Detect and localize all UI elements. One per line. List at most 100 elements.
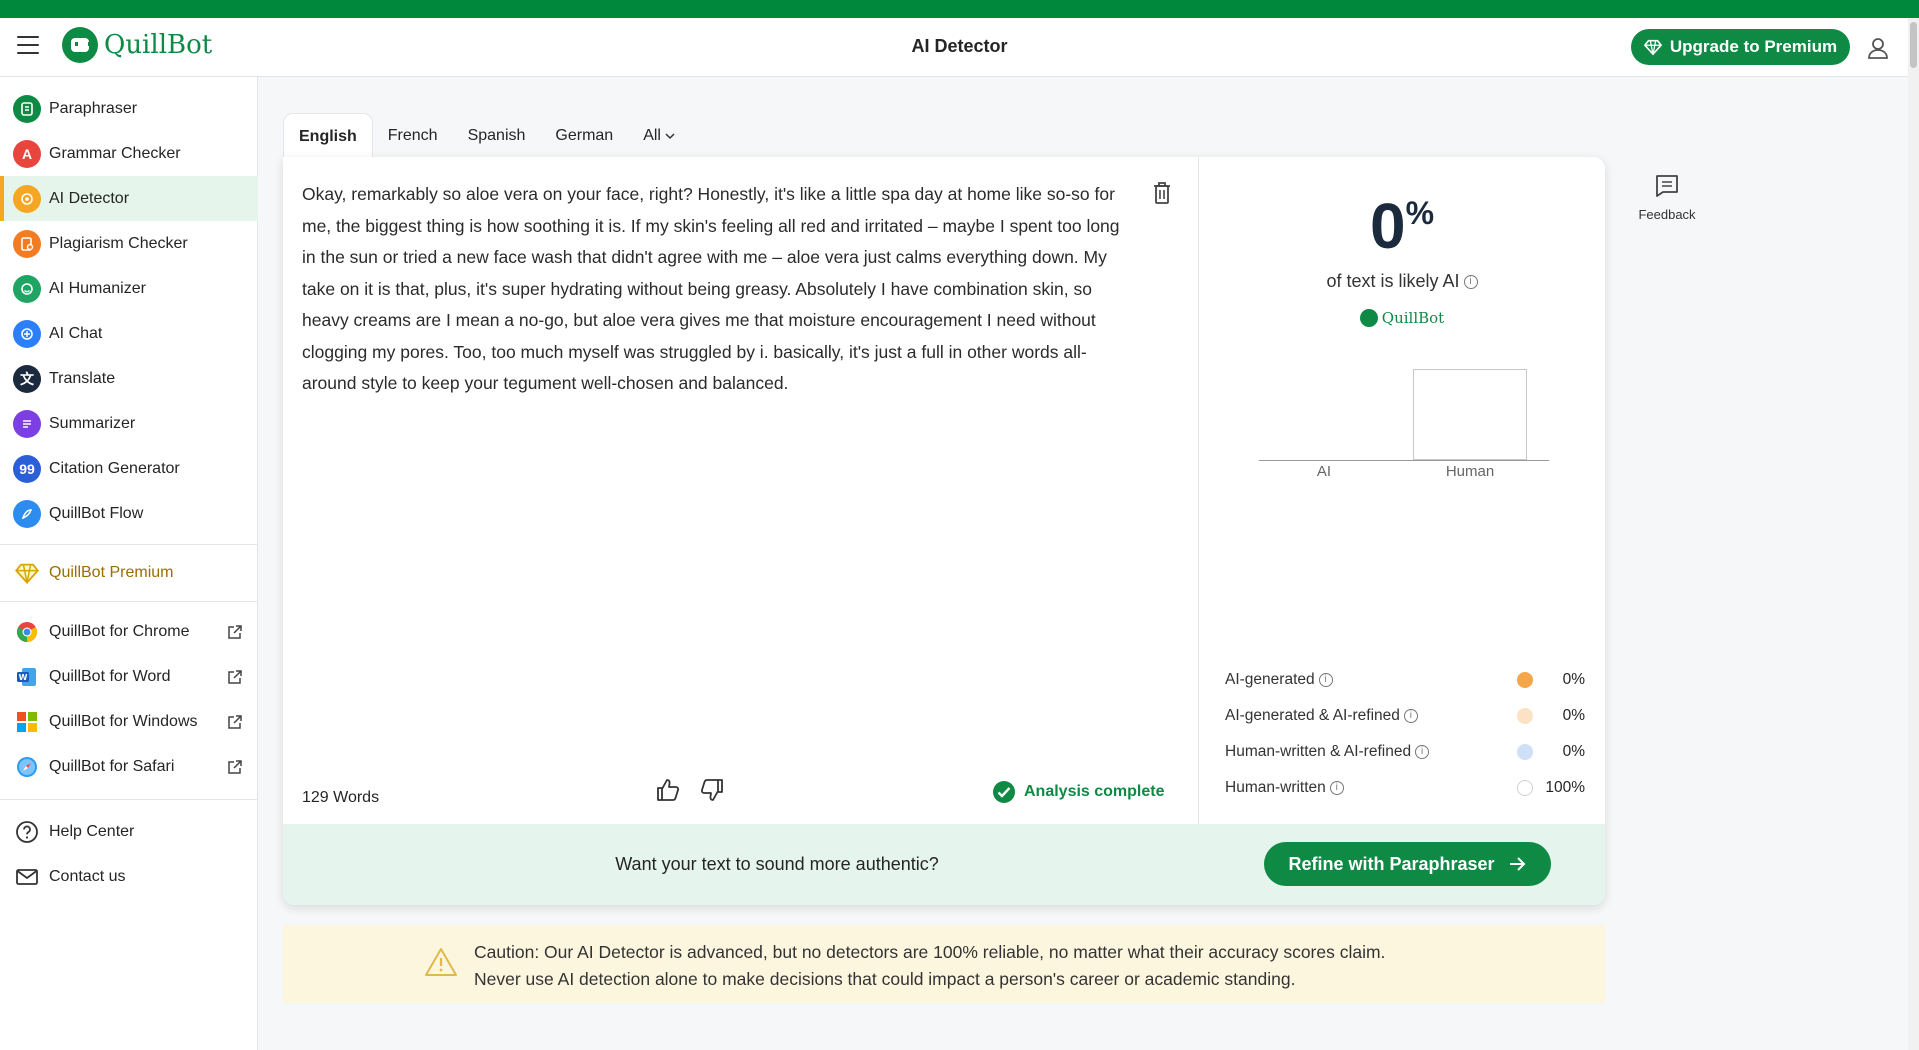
brand-text: QuillBot xyxy=(1381,309,1445,327)
caution-line-1: Caution: Our AI Detector is advanced, bu… xyxy=(474,942,1386,962)
sidebar-item-label: Plagiarism Checker xyxy=(49,234,188,252)
sidebar-item-quillbot-flow[interactable]: QuillBot Flow xyxy=(0,491,258,536)
sidebar-item-label: Contact us xyxy=(49,867,126,885)
sidebar-item-label: Grammar Checker xyxy=(49,144,181,162)
page-scrollbar[interactable] xyxy=(1908,18,1919,1050)
legend-value: 100% xyxy=(1545,779,1585,796)
citation-icon: 99 xyxy=(13,454,41,483)
account-icon[interactable] xyxy=(1864,34,1892,62)
word-count: 129 Words xyxy=(302,789,380,806)
text-editor-panel: Okay, remarkably so aloe vera on your fa… xyxy=(283,157,1199,824)
analysis-status-label: Analysis complete xyxy=(1024,783,1165,800)
flow-icon xyxy=(13,499,41,528)
sidebar-item-quillbot-for-safari[interactable]: QuillBot for Safari xyxy=(0,744,258,789)
arrow-right-icon xyxy=(1509,857,1525,871)
quillbot-brand-badge: QuillBot xyxy=(1199,309,1605,327)
results-panel: 0% of text is likely AI i QuillBot AI Huma… xyxy=(1199,157,1605,824)
thumbs-down-icon[interactable] xyxy=(699,777,725,803)
sidebar-item-label: Paraphraser xyxy=(49,99,138,117)
caution-banner: Caution: Our AI Detector is advanced, bu… xyxy=(283,925,1605,1003)
help-icon xyxy=(13,818,41,846)
thumbs-up-icon[interactable] xyxy=(655,777,681,803)
legend-label: AI-generated & AI-refined xyxy=(1225,707,1400,724)
ai-score-unit: % xyxy=(1405,195,1435,231)
sidebar-item-label: QuillBot Flow xyxy=(49,504,144,522)
sidebar-item-label: AI Chat xyxy=(49,324,103,342)
likely-ai-caption: of text is likely AI i xyxy=(1199,271,1605,292)
app-header: QuillBot AI Detector Upgrade to Premium xyxy=(0,18,1919,77)
legend-value: 0% xyxy=(1562,743,1585,760)
trash-icon[interactable] xyxy=(1151,181,1173,205)
legend-value: 0% xyxy=(1562,671,1585,688)
premium-diamond-icon xyxy=(13,559,41,587)
main-content: English French Spanish German All Okay, … xyxy=(259,77,1908,1050)
info-icon[interactable]: i xyxy=(1463,275,1478,290)
sidebar-item-citation-generator[interactable]: 99 Citation Generator xyxy=(0,446,258,491)
sidebar-item-summarizer[interactable]: Summarizer xyxy=(0,401,258,446)
sidebar-item-contact-us[interactable]: Contact us xyxy=(0,854,258,899)
info-icon[interactable]: i xyxy=(1403,709,1418,723)
scrollbar-thumb[interactable] xyxy=(1910,22,1917,68)
ai-human-chart: AI Human xyxy=(1259,347,1549,482)
sidebar-item-label: QuillBot Premium xyxy=(49,563,174,581)
sidebar-item-label: QuillBot for Chrome xyxy=(49,622,190,640)
word-icon: W xyxy=(13,663,41,691)
mail-icon xyxy=(13,863,41,891)
tab-english[interactable]: English xyxy=(283,113,373,159)
info-icon[interactable]: i xyxy=(1415,745,1430,759)
external-link-icon xyxy=(228,624,242,639)
sidebar-item-label: Translate xyxy=(49,369,116,387)
upgrade-label: Upgrade to Premium xyxy=(1669,37,1838,56)
external-link-icon xyxy=(228,669,242,684)
tab-french[interactable]: French xyxy=(373,113,453,159)
chart-tick-label: AI xyxy=(1316,463,1332,480)
sidebar-item-quillbot-for-word[interactable]: W QuillBot for Word xyxy=(0,654,258,699)
paraphraser-cta: Want your text to sound more authentic? … xyxy=(283,824,1605,905)
top-banner-strip xyxy=(0,0,1919,18)
sidebar-item-paraphraser[interactable]: Paraphraser xyxy=(0,86,258,131)
tab-all[interactable]: All xyxy=(628,113,690,159)
likely-ai-text: of text is likely AI xyxy=(1326,271,1460,291)
sidebar-item-help-center[interactable]: Help Center xyxy=(0,809,258,854)
quillbot-logo-icon xyxy=(1359,309,1378,327)
refine-button-label: Refine with Paraphraser xyxy=(1288,853,1495,874)
svg-text:W: W xyxy=(19,673,28,682)
sidebar-item-ai-chat[interactable]: AI Chat xyxy=(0,311,258,356)
sidebar-item-ai-detector[interactable]: AI Detector xyxy=(0,176,258,221)
sidebar-divider xyxy=(0,799,258,800)
tab-german[interactable]: German xyxy=(540,113,628,159)
sidebar-item-quillbot-premium[interactable]: QuillBot Premium xyxy=(0,550,258,595)
sidebar-item-label: QuillBot for Windows xyxy=(49,712,198,730)
upgrade-to-premium-button[interactable]: Upgrade to Premium xyxy=(1631,29,1850,65)
tab-spanish[interactable]: Spanish xyxy=(453,113,541,159)
sidebar-item-label: Help Center xyxy=(49,822,135,840)
sidebar-item-label: Summarizer xyxy=(49,414,136,432)
feedback-label: Feedback xyxy=(1638,207,1696,222)
text-input-area[interactable]: Okay, remarkably so aloe vera on your fa… xyxy=(302,179,1132,400)
sidebar-divider xyxy=(0,601,258,602)
chat-icon xyxy=(13,319,41,348)
feedback-button[interactable]: Feedback xyxy=(1627,173,1707,222)
detector-card: Okay, remarkably so aloe vera on your fa… xyxy=(283,157,1605,905)
legend-human-written-ai-refined: Human-written & AI-refined i 0% xyxy=(1225,740,1585,764)
refine-with-paraphraser-button[interactable]: Refine with Paraphraser xyxy=(1264,842,1551,886)
sidebar-item-ai-humanizer[interactable]: AI Humanizer xyxy=(0,266,258,311)
sidebar-item-grammar-checker[interactable]: A Grammar Checker xyxy=(0,131,258,176)
legend-label: Human-written xyxy=(1225,779,1326,796)
sidebar-item-translate[interactable]: 文 Translate xyxy=(0,356,258,401)
language-tabs: English French Spanish German All xyxy=(283,113,690,159)
legend-dot xyxy=(1517,708,1533,724)
legend-ai-generated-ai-refined: AI-generated & AI-refined i 0% xyxy=(1225,704,1585,728)
sidebar-item-quillbot-for-windows[interactable]: QuillBot for Windows xyxy=(0,699,258,744)
legend-value: 0% xyxy=(1562,707,1585,724)
diamond-icon xyxy=(1643,39,1662,56)
sidebar-item-quillbot-for-chrome[interactable]: QuillBot for Chrome xyxy=(0,609,258,654)
info-icon[interactable]: i xyxy=(1329,781,1344,795)
sidebar-item-plagiarism-checker[interactable]: Plagiarism Checker xyxy=(0,221,258,266)
sidebar-item-label: AI Detector xyxy=(49,189,130,207)
analysis-status: Analysis complete xyxy=(992,780,1165,804)
info-icon[interactable]: i xyxy=(1318,673,1333,687)
sidebar-divider xyxy=(0,544,258,545)
paraphraser-icon xyxy=(13,94,41,123)
summarizer-icon xyxy=(13,409,41,438)
